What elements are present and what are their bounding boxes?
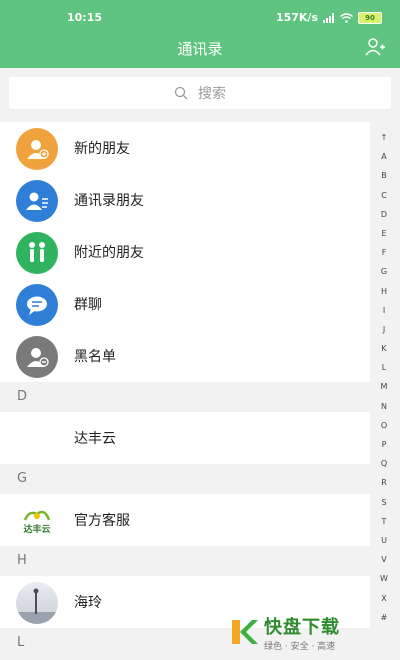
nearby-friends-row[interactable]: 附近的朋友 bbox=[0, 226, 370, 278]
search-input[interactable]: 搜索 bbox=[9, 77, 391, 109]
search-bar: 搜索 bbox=[0, 68, 400, 120]
status-time: 10:15 bbox=[67, 11, 103, 24]
section-header-h: H bbox=[0, 546, 370, 576]
index-letter[interactable]: ↑ bbox=[381, 128, 388, 147]
index-letter[interactable]: J bbox=[383, 320, 385, 339]
index-letter[interactable]: U bbox=[381, 531, 387, 550]
contact-avatar-logo: 达丰云 bbox=[16, 500, 58, 542]
index-letter[interactable]: I bbox=[383, 301, 385, 320]
contact-name: 官方客服 bbox=[74, 513, 130, 529]
index-letter[interactable]: Q bbox=[381, 454, 387, 473]
index-letter[interactable]: H bbox=[381, 282, 387, 301]
cloud-logo-icon bbox=[23, 510, 51, 521]
index-letter[interactable]: S bbox=[381, 493, 386, 512]
search-placeholder: 搜索 bbox=[198, 86, 226, 102]
status-bar: 10:15 157K/s 90 bbox=[0, 8, 400, 28]
index-letter[interactable]: R bbox=[381, 473, 387, 492]
index-letter[interactable]: X bbox=[381, 589, 386, 608]
net-speed: 157K/s bbox=[275, 11, 318, 24]
status-indicators: 157K/s 90 bbox=[276, 11, 382, 24]
index-letter[interactable]: C bbox=[381, 186, 387, 205]
nearby-friends-label: 附近的朋友 bbox=[74, 245, 144, 261]
watermark-slogan: 绿色 · 安全 · 高速 bbox=[264, 641, 336, 652]
watermark-brand: 快盘下载 bbox=[264, 616, 340, 638]
index-letter[interactable]: G bbox=[381, 262, 387, 281]
index-letter[interactable]: D bbox=[381, 205, 387, 224]
new-friend-icon bbox=[16, 128, 58, 170]
contact-card-icon bbox=[16, 180, 58, 222]
contact-row[interactable]: 达丰云 bbox=[0, 412, 370, 464]
page-title: 通讯录 bbox=[177, 40, 223, 58]
watermark-logo-icon bbox=[232, 620, 258, 644]
contact-logo-text: 达丰云 bbox=[23, 524, 51, 535]
contact-name: 达丰云 bbox=[74, 431, 116, 447]
blacklist-icon bbox=[16, 336, 58, 378]
contact-name: 海玲 bbox=[74, 595, 102, 611]
app-header: 10:15 157K/s 90 通讯录 bbox=[0, 0, 400, 68]
contact-friends-label: 通讯录朋友 bbox=[74, 193, 144, 209]
blacklist-label: 黑名单 bbox=[74, 349, 116, 365]
index-letter[interactable]: V bbox=[381, 550, 386, 569]
index-letter[interactable]: T bbox=[382, 512, 387, 531]
index-letter[interactable]: M bbox=[381, 377, 388, 396]
search-icon bbox=[174, 86, 188, 100]
wifi-icon bbox=[340, 12, 353, 23]
index-letter[interactable]: W bbox=[380, 569, 388, 588]
contact-list: 新的朋友 通讯录朋友 附近的朋友 群聊 黑名单 D 达丰云 G 达丰云 官方客服 bbox=[0, 122, 370, 658]
new-friends-label: 新的朋友 bbox=[74, 141, 130, 157]
group-chat-label: 群聊 bbox=[74, 297, 102, 313]
section-header-d: D bbox=[0, 382, 370, 412]
index-letter[interactable]: E bbox=[381, 224, 386, 243]
contact-friends-row[interactable]: 通讯录朋友 bbox=[0, 174, 370, 226]
contact-row[interactable]: 达丰云 官方客服 bbox=[0, 494, 370, 546]
new-friends-row[interactable]: 新的朋友 bbox=[0, 122, 370, 174]
group-chat-icon bbox=[16, 284, 58, 326]
section-header-g: G bbox=[0, 464, 370, 494]
index-letter[interactable]: P bbox=[382, 435, 387, 454]
watermark-text: 快盘下载 绿色 · 安全 · 高速 bbox=[264, 613, 340, 652]
index-letter[interactable]: K bbox=[381, 339, 386, 358]
index-letter[interactable]: N bbox=[381, 397, 387, 416]
battery-icon: 90 bbox=[358, 11, 382, 24]
index-letter[interactable]: L bbox=[382, 358, 386, 377]
watermark: 快盘下载 绿色 · 安全 · 高速 bbox=[228, 610, 396, 654]
index-letter[interactable]: B bbox=[381, 166, 387, 185]
contact-avatar-photo bbox=[16, 582, 58, 624]
signal-icon bbox=[323, 12, 334, 23]
blacklist-row[interactable]: 黑名单 bbox=[0, 330, 370, 382]
index-letter[interactable]: F bbox=[382, 243, 387, 262]
index-letter[interactable]: O bbox=[381, 416, 387, 435]
index-letter[interactable]: A bbox=[381, 147, 386, 166]
nearby-people-icon bbox=[16, 232, 58, 274]
add-friend-icon[interactable] bbox=[364, 36, 386, 58]
group-chat-row[interactable]: 群聊 bbox=[0, 278, 370, 330]
alphabet-index-bar[interactable]: ↑ A B C D E F G H I J K L M N O P Q R S … bbox=[377, 128, 391, 627]
